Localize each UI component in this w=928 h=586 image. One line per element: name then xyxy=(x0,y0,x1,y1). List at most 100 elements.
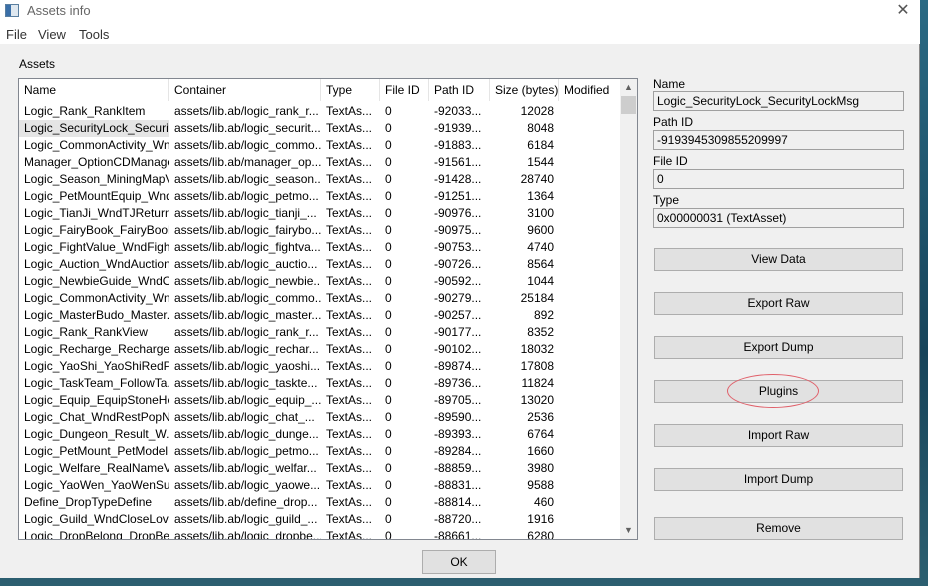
export-dump-button[interactable]: Export Dump xyxy=(654,336,903,359)
table-row[interactable]: Logic_PetMount_PetModel assets/lib.ab/log… xyxy=(19,443,621,460)
ok-button[interactable]: OK xyxy=(422,550,496,574)
column-header-file-id[interactable]: File ID xyxy=(380,79,429,101)
table-row[interactable]: Logic_PetMountEquip_Wnd... assets/lib.ab/… xyxy=(19,188,621,205)
table-row[interactable]: Logic_CommonActivity_Wn... assets/lib.ab/… xyxy=(19,137,621,154)
table-row[interactable]: Manager_OptionCDManager assets/lib.ab/man… xyxy=(19,154,621,171)
cell-path-id: -91428... xyxy=(434,172,482,186)
column-header-name[interactable]: Name xyxy=(19,79,169,101)
cell-name: Logic_Rank_RankView xyxy=(24,325,148,339)
type-label: Type xyxy=(653,193,680,207)
cell-container: assets/lib.ab/logic_rechar... xyxy=(174,342,319,356)
file-id-field[interactable]: 0 xyxy=(653,169,904,189)
assets-info-window: Assets info ✕ File View Tools Assets Nam… xyxy=(0,0,920,578)
cell-file-id: 0 xyxy=(385,291,392,305)
cell-type: TextAs... xyxy=(326,240,373,254)
name-field[interactable]: Logic_SecurityLock_SecurityLockMsg xyxy=(653,91,904,111)
menu-tools[interactable]: Tools xyxy=(79,27,109,42)
cell-container: assets/lib.ab/logic_equip_... xyxy=(174,393,321,407)
import-dump-button[interactable]: Import Dump xyxy=(654,468,903,491)
cell-modified xyxy=(559,120,621,137)
scrollbar-thumb[interactable] xyxy=(621,96,636,114)
cell-size: 12028 xyxy=(520,104,554,118)
cell-modified xyxy=(559,273,621,290)
table-row[interactable]: Logic_Auction_WndAuction... assets/lib.ab… xyxy=(19,256,621,273)
view-data-button[interactable]: View Data xyxy=(654,248,903,271)
cell-name: Logic_PetMountEquip_Wnd... xyxy=(24,189,169,203)
cell-type: TextAs... xyxy=(326,444,373,458)
remove-button[interactable]: Remove xyxy=(654,517,903,540)
path-id-field[interactable]: -9193945309855209997 xyxy=(653,130,904,150)
table-row[interactable]: Logic_Welfare_RealNameVi... assets/lib.ab… xyxy=(19,460,621,477)
table-row[interactable]: Logic_TianJi_WndTJReturn... assets/lib.ab… xyxy=(19,205,621,222)
table-row[interactable]: Logic_Rank_RankItem assets/lib.ab/logic_r… xyxy=(19,103,621,120)
cell-container: assets/lib.ab/logic_petmo... xyxy=(174,444,319,458)
cell-modified xyxy=(559,205,621,222)
name-label: Name xyxy=(653,77,686,91)
cell-path-id: -90102... xyxy=(434,342,482,356)
cell-container: assets/lib.ab/logic_fairybo... xyxy=(174,223,321,237)
table-row[interactable]: Logic_Rank_RankView assets/lib.ab/logic_r… xyxy=(19,324,621,341)
menu-file[interactable]: File xyxy=(6,27,27,42)
table-row[interactable]: Logic_YaoWen_YaoWenSui... assets/lib.ab/l… xyxy=(19,477,621,494)
cell-modified xyxy=(559,256,621,273)
cell-path-id: -90177... xyxy=(434,325,482,339)
cell-type: TextAs... xyxy=(326,189,373,203)
cell-path-id: -92033... xyxy=(434,104,482,118)
file-id-label: File ID xyxy=(653,154,688,168)
table-row[interactable]: Logic_CommonActivity_Wn... assets/lib.ab/… xyxy=(19,290,621,307)
table-row[interactable]: Logic_FightValue_WndFigh... assets/lib.ab… xyxy=(19,239,621,256)
cell-type: TextAs... xyxy=(326,529,373,540)
table-row[interactable]: Logic_YaoShi_YaoShiRedP... assets/lib.ab/… xyxy=(19,358,621,375)
table-row[interactable]: Logic_SecurityLock_Securit... assets/lib.… xyxy=(19,120,621,137)
table-row[interactable]: Logic_Recharge_Recharge... assets/lib.ab/… xyxy=(19,341,621,358)
table-row[interactable]: Logic_TaskTeam_FollowTa... assets/lib.ab/… xyxy=(19,375,621,392)
vertical-scrollbar[interactable]: ▲ ▼ xyxy=(620,79,637,539)
column-header-type[interactable]: Type xyxy=(321,79,380,101)
column-header-size[interactable]: Size (bytes) xyxy=(490,79,559,101)
table-row[interactable]: Logic_DropBelong_DropBel... assets/lib.ab… xyxy=(19,528,621,540)
cell-container: assets/lib.ab/logic_rank_r... xyxy=(174,104,319,118)
cell-container: assets/lib.ab/logic_guild_... xyxy=(174,512,318,526)
cell-container: assets/lib.ab/logic_master... xyxy=(174,308,321,322)
export-raw-button[interactable]: Export Raw xyxy=(654,292,903,315)
table-row[interactable]: Logic_Guild_WndCloseLover assets/lib.ab/l… xyxy=(19,511,621,528)
table-row[interactable]: Logic_Equip_EquipStoneHe... assets/lib.ab… xyxy=(19,392,621,409)
assets-label: Assets xyxy=(19,57,56,71)
cell-path-id: -90975... xyxy=(434,223,482,237)
import-raw-button[interactable]: Import Raw xyxy=(654,424,903,447)
title-bar: Assets info ✕ xyxy=(0,0,920,22)
cell-size: 6280 xyxy=(527,529,554,540)
scroll-up-icon[interactable]: ▲ xyxy=(620,79,637,96)
type-field[interactable]: 0x00000031 (TextAsset) xyxy=(653,208,904,228)
table-row[interactable]: Define_DropTypeDefine assets/lib.ab/defin… xyxy=(19,494,621,511)
table-row[interactable]: Logic_Season_MiningMapVi... assets/lib.ab… xyxy=(19,171,621,188)
assets-table: Name Container Type File ID Path ID Size (byt… xyxy=(18,78,638,540)
cell-name: Manager_OptionCDManager xyxy=(24,155,169,169)
menu-view[interactable]: View xyxy=(38,27,66,42)
cell-type: TextAs... xyxy=(326,155,373,169)
cell-type: TextAs... xyxy=(326,257,373,271)
table-row[interactable]: Logic_FairyBook_FairyBook... assets/lib.a… xyxy=(19,222,621,239)
table-row[interactable]: Logic_NewbieGuide_WndO... assets/lib.ab/l… xyxy=(19,273,621,290)
table-row[interactable]: Logic_Chat_WndRestPopN... assets/lib.ab/l… xyxy=(19,409,621,426)
table-row[interactable]: Logic_Dungeon_Result_W... assets/lib.ab/l… xyxy=(19,426,621,443)
cell-modified xyxy=(559,358,621,375)
cell-type: TextAs... xyxy=(326,104,373,118)
cell-modified xyxy=(559,103,621,120)
cell-size: 1660 xyxy=(527,444,554,458)
cell-name: Logic_NewbieGuide_WndO... xyxy=(24,274,169,288)
scroll-down-icon[interactable]: ▼ xyxy=(620,522,637,539)
column-header-container[interactable]: Container xyxy=(169,79,321,101)
cell-type: TextAs... xyxy=(326,410,373,424)
cell-modified xyxy=(559,222,621,239)
table-row[interactable]: Logic_MasterBudo_Master... assets/lib.ab/… xyxy=(19,307,621,324)
column-header-path-id[interactable]: Path ID xyxy=(429,79,490,101)
close-icon[interactable]: ✕ xyxy=(892,0,914,22)
cell-container: assets/lib.ab/logic_commo... xyxy=(174,291,321,305)
column-header-modified[interactable]: Modified xyxy=(559,79,621,101)
app-icon xyxy=(5,4,19,17)
cell-path-id: -91561... xyxy=(434,155,482,169)
cell-container: assets/lib.ab/logic_dropbe... xyxy=(174,529,321,540)
cell-file-id: 0 xyxy=(385,325,392,339)
cell-modified xyxy=(559,324,621,341)
